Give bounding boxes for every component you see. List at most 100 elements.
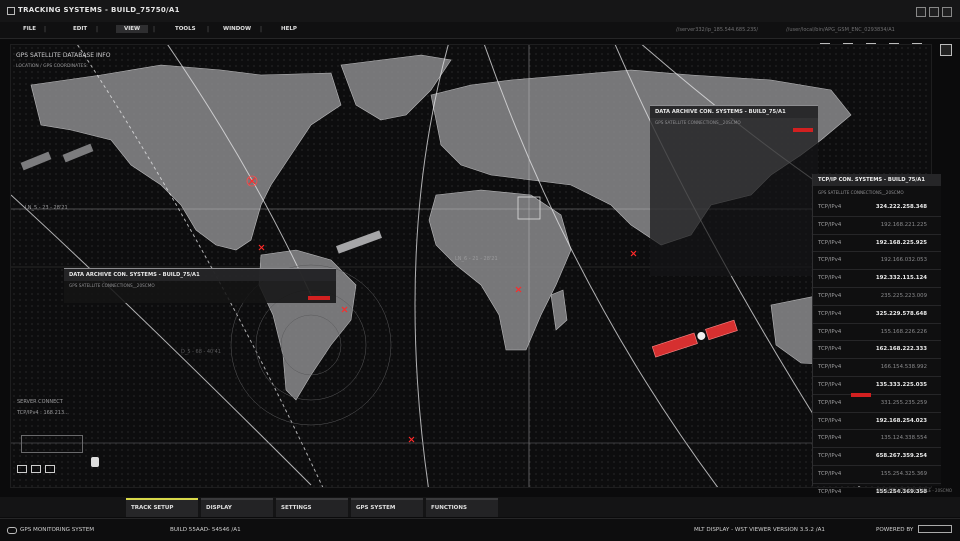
ip-protocol: TCP/IPv4: [818, 470, 842, 477]
app-icon: [7, 7, 15, 15]
tcp-ip-panel: TCP/IP CON. SYSTEMS - BUILD_75/A1 GPS SA…: [812, 174, 941, 502]
menu-bar: FILE | EDIT | VIEW | TOOLS | WINDOW | HE…: [0, 22, 960, 39]
ip-protocol: TCP/IPv4: [818, 399, 842, 406]
ip-protocol: TCP/IPv4: [818, 204, 842, 210]
menu-separator: |: [44, 26, 47, 33]
tab-label: FUNCTIONS: [431, 505, 467, 511]
ip-row[interactable]: TCP/IPv4 192.168.225.925: [813, 235, 941, 253]
tab-settings[interactable]: SETTINGS: [276, 498, 348, 517]
ip-row[interactable]: TCP/IPv4 162.168.222.333: [813, 341, 941, 360]
ip-protocol: TCP/IPv4: [818, 364, 842, 371]
coord-label: D_5 - 68 - 40'41: [181, 349, 221, 355]
ip-address: 192.168.221.225: [880, 221, 927, 228]
tab-gps-system[interactable]: GPS SYSTEM: [351, 498, 423, 517]
server-ip: TCP/IPv4 : 168.213...: [17, 410, 69, 416]
ip-address: 235.225.223.009: [880, 292, 927, 299]
ip-row[interactable]: TCP/IPv4 324.222.258.348: [813, 199, 941, 217]
ip-address: 658.267.359.254: [875, 453, 927, 460]
ip-address: 135.333.225.035: [875, 381, 927, 388]
monitor-icon[interactable]: [31, 465, 41, 473]
ip-protocol: TCP/IPv4: [818, 275, 842, 282]
server-path: //server332/ip_185.544.685.235/: [676, 27, 759, 33]
ip-row[interactable]: TCP/IPv4 155.168.226.226: [813, 324, 941, 342]
ip-row[interactable]: TCP/IPv4 192.166.032.053: [813, 252, 941, 271]
status-bar: GPS MONITORING SYSTEM BUILD 55AAD- 54546…: [0, 518, 960, 541]
ip-row[interactable]: TCP/IPv4 235.225.223.009: [813, 288, 941, 306]
monitor-icon[interactable]: [45, 465, 55, 473]
menu-edit[interactable]: EDIT: [68, 26, 92, 32]
ip-address: 324.222.258.348: [875, 204, 927, 210]
maximize-icon[interactable]: [929, 7, 939, 17]
app-status-icon: [7, 527, 17, 534]
ip-row[interactable]: TCP/IPv4 192.168.254.023: [813, 413, 941, 431]
ip-row[interactable]: TCP/IPv4 192.332.115.124: [813, 270, 941, 288]
panel-title: DATA ARCHIVE CON. SYSTEMS - BUILD_75/A1: [650, 106, 818, 118]
ip-protocol: TCP/IPv4: [818, 488, 842, 495]
ip-address: 135.124.338.554: [880, 435, 927, 442]
ip-protocol: TCP/IPv4: [818, 328, 842, 335]
tab-functions[interactable]: FUNCTIONS: [426, 498, 498, 517]
ip-protocol: TCP/IPv4: [818, 435, 842, 442]
status-app-name: GPS MONITORING SYSTEM: [20, 527, 95, 533]
ip-address: 192.168.225.925: [875, 239, 927, 246]
status-powered-by: POWERED BY: [876, 527, 914, 533]
tab-label: TRACK SETUP: [131, 505, 174, 511]
ip-protocol: TCP/IPv4: [818, 453, 842, 460]
ip-row[interactable]: TCP/IPv4 325.229.578.648: [813, 306, 941, 324]
coord-label: LN_6 - 21 - 28'21: [455, 256, 498, 262]
map-subheader: LOCATION / GPS COORDINATES:: [16, 64, 88, 69]
ip-row[interactable]: TCP/IPv4 658.267.359.254: [813, 448, 941, 466]
menu-tools[interactable]: TOOLS: [170, 26, 201, 32]
status-viewer: MLT DISPLAY - WST VIEWER VERSION 3.5.2 /…: [694, 527, 825, 533]
data-archive-panel-right[interactable]: DATA ARCHIVE CON. SYSTEMS - BUILD_75/A1 …: [650, 105, 818, 276]
server-connect-label: SERVER CONNECT: [17, 399, 63, 405]
title-bar: TRACKING SYSTEMS - BUILD_75750/A1: [0, 0, 960, 23]
ip-row[interactable]: TCP/IPv4 135.333.225.035: [813, 377, 941, 395]
panel-subtitle: GPS SATELLITE CONNECTIONS__20SCMO: [69, 283, 155, 288]
close-icon[interactable]: [942, 7, 952, 17]
ip-row[interactable]: TCP/IPv4 166.154.538.992: [813, 359, 941, 377]
ip-row[interactable]: TCP/IPv4 331.255.235.259: [813, 392, 941, 413]
coord-label: LN_5 - 23 - 28'21: [25, 205, 68, 211]
status-build: BUILD 55AAD- 54546 /A1: [170, 527, 241, 533]
alert-bar: [851, 392, 871, 397]
menu-separator: |: [260, 26, 263, 33]
ip-address: 192.332.115.124: [875, 275, 927, 282]
menu-file[interactable]: FILE: [18, 26, 41, 32]
ip-address: 192.168.254.023: [875, 417, 927, 424]
monitor-icon[interactable]: [17, 465, 27, 473]
expand-icon[interactable]: [940, 44, 952, 56]
ip-address: 166.154.538.992: [880, 364, 927, 371]
pointer-icon: [91, 457, 99, 467]
data-archive-panel-left[interactable]: DATA ARCHIVE CON. SYSTEMS - BUILD_75/A1 …: [64, 268, 336, 303]
menu-help[interactable]: HELP: [276, 26, 302, 32]
tab-track-setup[interactable]: TRACK SETUP: [126, 498, 198, 517]
ip-protocol: TCP/IPv4: [818, 292, 842, 299]
menu-separator: |: [96, 26, 99, 33]
menu-separator: |: [207, 26, 210, 33]
menu-view[interactable]: VIEW: [116, 24, 149, 33]
tab-bar: TRACK SETUP DISPLAY SETTINGS GPS SYSTEM …: [0, 497, 960, 517]
window-title: TRACKING SYSTEMS - BUILD_75750/A1: [18, 6, 180, 14]
ip-protocol: TCP/IPv4: [818, 381, 842, 388]
ip-table-footer: GPS SATELLITE CON. TABLE - 20SCMO: [876, 488, 953, 493]
menu-separator: |: [153, 26, 156, 33]
alert-bar: [308, 296, 330, 300]
menu-window[interactable]: WINDOW: [218, 26, 256, 32]
ip-protocol: TCP/IPv4: [818, 346, 842, 353]
ip-address: 325.229.578.648: [875, 310, 927, 317]
minimize-icon[interactable]: [916, 7, 926, 17]
ip-protocol: TCP/IPv4: [818, 221, 842, 228]
ip-protocol: TCP/IPv4: [818, 257, 842, 264]
ip-address: 162.168.222.333: [875, 346, 927, 353]
ip-protocol: TCP/IPv4: [818, 239, 842, 246]
tab-label: GPS SYSTEM: [356, 505, 396, 511]
panel-subtitle: GPS SATELLITE CONNECTIONS__20SCMO: [655, 120, 741, 125]
ip-row[interactable]: TCP/IPv4 192.168.221.225: [813, 217, 941, 235]
mini-chart: [21, 435, 83, 453]
ip-row[interactable]: TCP/IPv4 135.124.338.554: [813, 430, 941, 449]
tab-display[interactable]: DISPLAY: [201, 498, 273, 517]
panel-title: DATA ARCHIVE CON. SYSTEMS - BUILD_75/A1: [64, 269, 336, 281]
ip-panel-subtitle: GPS SATELLITE CONNECTIONS__20SCMO: [818, 190, 904, 195]
ip-row[interactable]: TCP/IPv4 155.254.325.369: [813, 466, 941, 484]
